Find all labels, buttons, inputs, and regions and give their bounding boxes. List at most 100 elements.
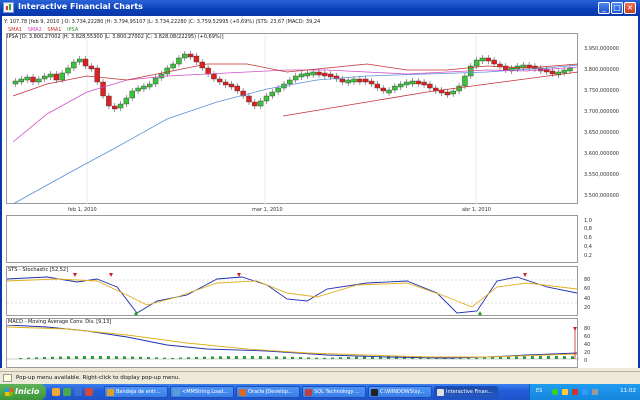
sell-signal-marker xyxy=(237,273,241,277)
window-icon xyxy=(173,389,180,396)
candle xyxy=(30,76,36,83)
task-mmstring[interactable]: <MMString.Load... xyxy=(170,386,234,398)
macd-histogram-bar xyxy=(483,357,486,359)
start-button[interactable]: Inicio xyxy=(0,384,46,400)
stochastic-chart[interactable] xyxy=(7,267,579,317)
minimize-button[interactable]: _ xyxy=(598,2,610,14)
maximize-button[interactable]: □ xyxy=(611,2,623,14)
sma-long-line xyxy=(12,64,579,205)
antivirus-icon[interactable] xyxy=(572,389,578,395)
stochastic-panel[interactable] xyxy=(6,266,579,317)
chart-icon xyxy=(3,2,14,13)
task-sql[interactable]: SQL Technology ... xyxy=(302,386,366,398)
candle xyxy=(222,81,229,86)
macd-histogram-bar xyxy=(475,357,478,359)
sell-signal-marker xyxy=(573,327,577,331)
candle xyxy=(135,87,141,92)
date-tick: feb 1, 2010 xyxy=(68,207,97,213)
task-label: SQL Technology ... xyxy=(314,389,360,395)
candle xyxy=(257,100,264,107)
macd-histogram-bar xyxy=(187,357,190,359)
candle xyxy=(94,67,100,83)
macd-histogram-bar xyxy=(171,357,174,359)
sell-signal-marker xyxy=(523,273,527,277)
candle xyxy=(164,67,170,75)
price-y-tick: 3.500,000000 xyxy=(584,193,619,199)
task-jdeveloper[interactable]: Oracle JDevelop... xyxy=(236,386,300,398)
quicklaunch-app-icon[interactable] xyxy=(63,388,71,396)
clock: 11:02 xyxy=(620,388,636,394)
candle xyxy=(456,85,462,92)
messenger-icon[interactable] xyxy=(582,389,588,395)
empty-y-tick: 0,6 xyxy=(584,235,592,241)
task-label: C:\WINDOWS\sy... xyxy=(380,389,425,395)
empty-panel[interactable] xyxy=(6,215,578,263)
candle xyxy=(462,75,468,87)
network-icon[interactable] xyxy=(552,389,558,395)
console-icon xyxy=(371,389,378,396)
task-label: Oracle JDevelop... xyxy=(248,389,293,395)
ohlc-label: IPSA [O: 3.800,27002 |H: 3.828,55300 |L:… xyxy=(7,34,224,40)
macd-histogram-bar xyxy=(515,356,518,359)
info-row: Y: 107.78 [feb 9, 2010 ] O: 3.734,22280 … xyxy=(4,19,321,25)
price-y-tick: 3.700,000000 xyxy=(584,109,619,115)
price-chart[interactable] xyxy=(7,34,579,205)
candle xyxy=(170,63,176,69)
candle xyxy=(421,81,427,86)
candle xyxy=(71,61,77,69)
macd-histogram-bar xyxy=(499,356,502,359)
mail-icon xyxy=(107,389,114,396)
quicklaunch-browser-icon[interactable] xyxy=(52,388,60,396)
macd-panel[interactable] xyxy=(6,318,579,369)
macd-histogram-bar xyxy=(563,356,566,359)
candle xyxy=(561,69,567,74)
volume-icon[interactable] xyxy=(592,389,598,395)
task-label: <MMString.Load... xyxy=(182,389,229,395)
language-indicator[interactable]: ES xyxy=(536,388,542,394)
jdeveloper-icon xyxy=(239,389,246,396)
macd-label: MACD - Moving Average Conv. Div. [9,13] xyxy=(7,319,113,325)
status-text: Pop-up menu available. Right-click to di… xyxy=(16,375,181,381)
macd-histogram-bar xyxy=(275,356,278,359)
macd-y-tick: 40 xyxy=(584,342,591,348)
candle xyxy=(316,71,322,76)
candle xyxy=(386,89,392,94)
macd-histogram-bar xyxy=(219,356,222,359)
candle xyxy=(567,67,573,72)
macd-chart[interactable] xyxy=(7,319,579,369)
candle xyxy=(82,58,89,67)
window-title: Interactive Financial Charts xyxy=(18,2,143,11)
price-panel[interactable] xyxy=(6,33,579,205)
quicklaunch-desktop-icon[interactable] xyxy=(74,388,82,396)
candle xyxy=(485,57,491,62)
macd-histogram-bar xyxy=(211,356,214,359)
trend-line xyxy=(282,71,579,117)
candle xyxy=(228,83,235,88)
task-financial-charts[interactable]: Interactive Finan... xyxy=(434,386,498,398)
macd-histogram-bar xyxy=(283,356,286,359)
close-button[interactable]: × xyxy=(624,2,636,14)
macd-y-tick: 20 xyxy=(584,350,591,356)
task-outlook[interactable]: Bandeja de entr... xyxy=(104,386,168,398)
candle xyxy=(211,73,217,80)
macd-histogram-bar xyxy=(51,356,54,359)
candle xyxy=(263,95,270,102)
macd-histogram-bar xyxy=(347,356,350,359)
candle xyxy=(339,78,346,83)
macd-histogram-bar xyxy=(307,357,310,359)
start-label: Inicio xyxy=(15,387,40,396)
macd-histogram-bar xyxy=(243,356,246,359)
macd-histogram-bar xyxy=(107,356,110,359)
security-icon[interactable] xyxy=(562,389,568,395)
macd-histogram-bar xyxy=(75,356,78,359)
candle xyxy=(275,87,281,93)
info-icon xyxy=(3,374,12,382)
price-y-tick: 3.550,000000 xyxy=(584,172,619,178)
candle xyxy=(129,90,135,99)
task-label: Bandeja de entr... xyxy=(116,389,161,395)
quicklaunch-media-icon[interactable] xyxy=(85,388,93,396)
macd-histogram-bar xyxy=(291,356,294,359)
task-cmd[interactable]: C:\WINDOWS\sy... xyxy=(368,386,432,398)
candle xyxy=(246,95,252,103)
macd-histogram-bar xyxy=(331,357,334,359)
